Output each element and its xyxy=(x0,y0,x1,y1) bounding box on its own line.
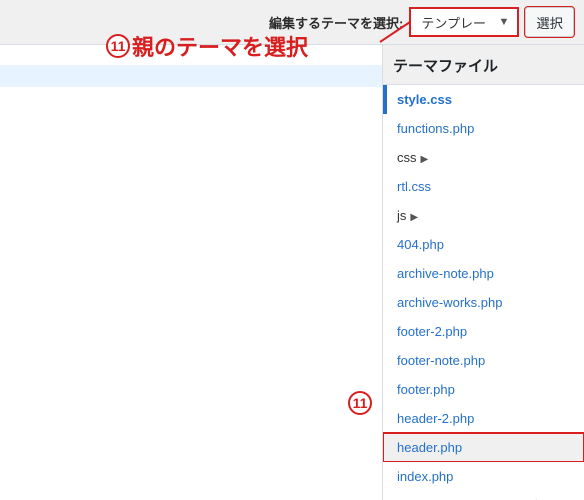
file-item-label: header.php xyxy=(397,440,462,455)
theme-selector-bar: 編集するテーマを選択: テンプレー ▼ 選択 xyxy=(0,0,584,44)
file-item-label: archive-works.php xyxy=(397,295,503,310)
file-item-label: header-2.php xyxy=(397,411,474,426)
file-list[interactable]: style.css functions.php css ▶ rtl.css js ▶ 404.… xyxy=(383,84,584,500)
file-item-label: archive-note.php xyxy=(397,266,494,281)
file-item[interactable]: functions.php xyxy=(383,114,584,143)
theme-files-panel: テーマファイル style.css functions.php css ▶ rtl.cs… xyxy=(382,45,584,500)
file-item-label: footer-2.php xyxy=(397,324,467,339)
chevron-right-icon: ▶ xyxy=(421,154,429,165)
chevron-right-icon: ▶ xyxy=(410,212,418,223)
select-button[interactable]: 選択 xyxy=(525,7,574,37)
file-item[interactable]: style.css xyxy=(383,85,584,114)
file-item-label: functions.php xyxy=(397,121,474,136)
file-item-label: index.php xyxy=(397,469,453,484)
file-item-label: js xyxy=(397,208,406,223)
chevron-down-icon: ▼ xyxy=(498,16,509,28)
theme-dropdown-value: テンプレー xyxy=(421,13,486,32)
editor-active-line xyxy=(0,65,382,87)
file-item-label: rtl.css xyxy=(397,179,431,194)
theme-dropdown[interactable]: テンプレー ▼ xyxy=(409,7,519,37)
file-item[interactable]: footer-note.php xyxy=(383,346,584,375)
file-item[interactable]: footer-2.php xyxy=(383,317,584,346)
panel-title: テーマファイル xyxy=(383,45,584,84)
file-item[interactable]: リニューアル（仮） 固定ページテンプレート(index_re.php) xyxy=(383,491,584,500)
file-item[interactable]: index.php xyxy=(383,462,584,491)
editor-pane[interactable] xyxy=(0,45,382,500)
file-item[interactable]: header.php xyxy=(383,433,584,462)
file-item-label: style.css xyxy=(397,92,452,107)
file-item-label: css xyxy=(397,150,417,165)
main-area: テーマファイル style.css functions.php css ▶ rtl.cs… xyxy=(0,44,584,500)
theme-select-label: 編集するテーマを選択: xyxy=(269,13,403,32)
file-item[interactable]: js ▶ xyxy=(383,201,584,230)
file-item[interactable]: archive-works.php xyxy=(383,288,584,317)
file-item-label: footer.php xyxy=(397,382,455,397)
file-item[interactable]: rtl.css xyxy=(383,172,584,201)
file-item[interactable]: css ▶ xyxy=(383,143,584,172)
file-item-label: 404.php xyxy=(397,237,444,252)
file-item[interactable]: footer.php xyxy=(383,375,584,404)
file-item[interactable]: 404.php xyxy=(383,230,584,259)
file-item[interactable]: archive-note.php xyxy=(383,259,584,288)
file-item[interactable]: header-2.php xyxy=(383,404,584,433)
file-item-label: footer-note.php xyxy=(397,353,485,368)
